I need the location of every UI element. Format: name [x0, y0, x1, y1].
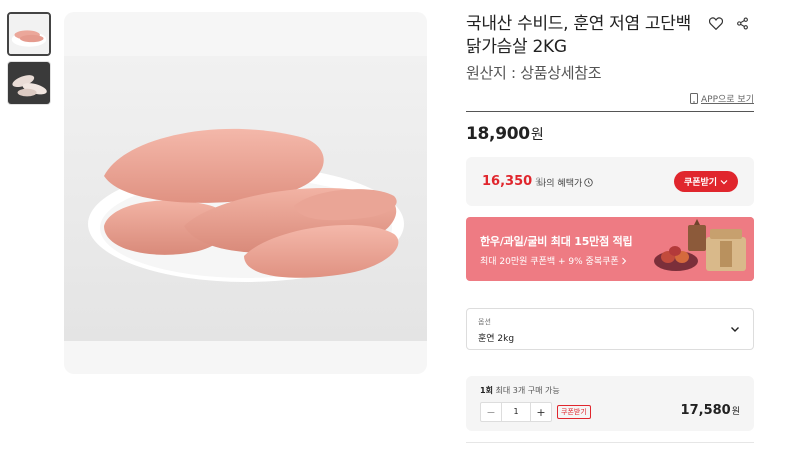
item-price: 17,580원 — [681, 403, 740, 418]
thumbnail-list — [7, 12, 51, 110]
divider-top — [466, 111, 754, 112]
quantity-box: 1회 최대 3개 구매 가능 − 1 + 쿠폰받기 17,580원 — [466, 376, 754, 431]
thumbnail-2[interactable] — [7, 61, 51, 105]
app-link[interactable]: APP으로 보기 — [690, 92, 754, 105]
product-origin: 원산지 : 상품상세참조 — [466, 64, 602, 82]
coupon-tag[interactable]: 쿠폰받기 — [557, 405, 591, 419]
thumbnail-2-image — [8, 62, 50, 104]
heart-icon[interactable] — [708, 15, 724, 31]
option-label: 옵션 — [478, 318, 491, 326]
option-value: 훈연 2kg — [478, 334, 515, 344]
option-select[interactable]: 옵션 훈연 2kg — [466, 308, 754, 350]
purchase-limit-max: 최대 3개 — [495, 386, 526, 395]
benefit-label: 나의 혜택가 — [538, 176, 593, 189]
quantity-value[interactable]: 1 — [501, 403, 531, 421]
price-value: 18,900 — [466, 124, 530, 144]
purchase-limit-note: 1회 최대 3개 구매 가능 — [480, 385, 560, 396]
banner-subtitle: 최대 20만원 쿠폰백 + 9% 중복쿠폰 — [480, 254, 627, 267]
app-link-label: APP으로 보기 — [701, 95, 754, 105]
product-price: 18,900원 — [466, 124, 544, 144]
purchase-limit-suffix: 구매 가능 — [527, 386, 560, 395]
benefit-price-value: 16,350 — [482, 174, 533, 189]
increase-button[interactable]: + — [531, 403, 551, 421]
title-row: 국내산 수비드, 훈연 저염 고단백 닭가슴살 2KG — [466, 13, 756, 59]
coupon-button-label: 쿠폰받기 — [683, 178, 718, 188]
product-photo — [64, 56, 427, 341]
main-product-image[interactable] — [64, 12, 427, 374]
banner-title: 한우/과일/굴비 최대 15만점 적립 — [480, 235, 633, 248]
clock-icon[interactable] — [584, 178, 593, 187]
benefit-price: 16,350 원 — [482, 174, 543, 189]
chevron-down-icon — [720, 179, 728, 184]
promo-banner[interactable]: 한우/과일/굴비 최대 15만점 적립 최대 20만원 쿠폰백 + 9% 중복쿠… — [466, 217, 754, 281]
benefit-label-text: 나의 혜택가 — [538, 179, 583, 189]
purchase-limit-prefix: 1회 — [480, 386, 493, 395]
benefit-box: 16,350 원 나의 혜택가 쿠폰받기 — [466, 157, 754, 206]
thumbnail-1-image — [9, 14, 49, 54]
decrease-button[interactable]: − — [481, 403, 501, 421]
coupon-download-button[interactable]: 쿠폰받기 — [674, 171, 738, 192]
product-title: 국내산 수비드, 훈연 저염 고단백 닭가슴살 2KG — [466, 14, 691, 57]
gift-set-image — [648, 217, 754, 281]
price-unit: 원 — [530, 127, 544, 143]
quantity-stepper: − 1 + — [480, 402, 552, 422]
chevron-down-icon — [731, 327, 739, 332]
banner-subtitle-text: 최대 20만원 쿠폰백 + 9% 중복쿠폰 — [480, 257, 619, 267]
item-price-unit: 원 — [731, 407, 740, 417]
chevron-right-icon — [621, 257, 626, 264]
mobile-icon — [690, 93, 698, 104]
share-icon[interactable] — [734, 15, 750, 31]
divider-bottom — [466, 442, 754, 443]
title-actions — [708, 15, 750, 31]
thumbnail-1[interactable] — [7, 12, 51, 56]
item-price-value: 17,580 — [680, 403, 731, 418]
